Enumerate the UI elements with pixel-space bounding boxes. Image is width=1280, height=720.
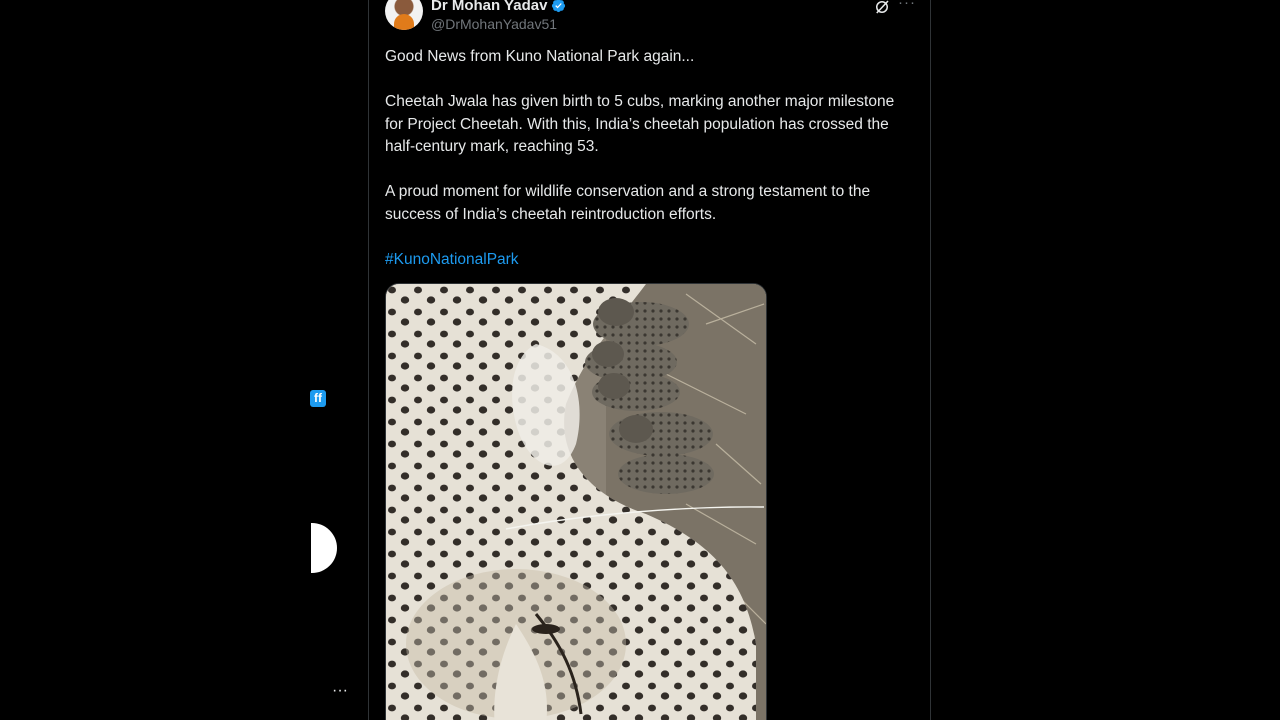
tweet-header: Dr Mohan Yadav @DrMohanYadav51 ···: [385, 0, 915, 38]
more-options-icon[interactable]: ···: [898, 0, 916, 11]
tweet-text: Good News from Kuno National Park again.…: [385, 46, 915, 294]
verified-badge-icon: [552, 0, 566, 12]
post-button-edge[interactable]: [311, 523, 337, 573]
author-handle[interactable]: @DrMohanYadav51: [431, 16, 557, 32]
tweet-paragraph: A proud moment for wildlife conservation…: [385, 183, 871, 223]
cheetah-photo: [386, 284, 766, 720]
author-name-row: Dr Mohan Yadav: [431, 0, 566, 14]
grok-icon[interactable]: [873, 0, 891, 16]
tweet-paragraph: Good News from Kuno National Park again.…: [385, 48, 695, 65]
tweet-media-image[interactable]: [385, 283, 767, 720]
hashtag-link[interactable]: #KunoNationalPark: [385, 251, 519, 268]
display-name[interactable]: Dr Mohan Yadav: [431, 0, 547, 14]
hashtag-line: #KunoNationalPark: [385, 249, 915, 272]
page: ff ··· Dr Mohan Yadav @DrMohanYadav51 ··…: [0, 0, 1280, 720]
sidebar-more-icon[interactable]: ···: [332, 682, 348, 700]
notification-badge[interactable]: ff: [310, 390, 326, 407]
tweet-paragraph: Cheetah Jwala has given birth to 5 cubs,…: [385, 93, 895, 155]
tweet-column: Dr Mohan Yadav @DrMohanYadav51 ··· Good …: [368, 0, 931, 720]
avatar[interactable]: [385, 0, 423, 30]
